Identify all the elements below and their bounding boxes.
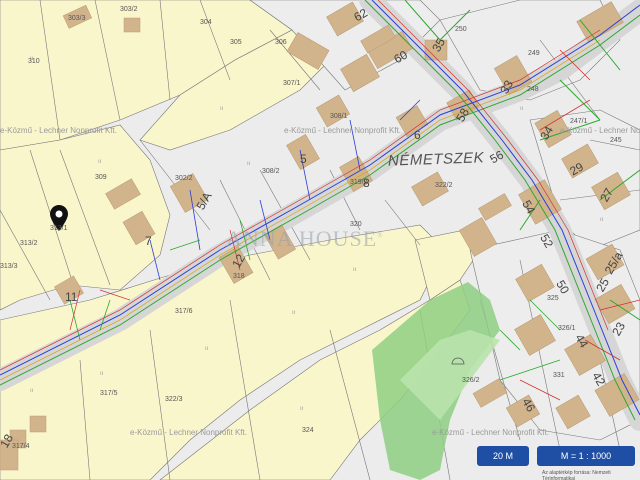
- svg-text:ıı: ıı: [205, 346, 209, 352]
- parcel-322-2: 322/2: [435, 182, 453, 189]
- parcel-317-5: 317/5: [100, 390, 118, 397]
- parcel-247-1: 247/1: [570, 118, 588, 125]
- watermark-text: e-Közmű - Lechner Nonprofit Kft.: [432, 428, 549, 437]
- house-number-5: 5: [300, 152, 307, 166]
- parcel-302-2: 302/2: [175, 175, 193, 182]
- svg-text:ıı: ıı: [300, 406, 304, 412]
- parcel-317-6: 317/6: [175, 308, 193, 315]
- parcel-308-2: 308/2: [262, 168, 280, 175]
- parcel-313-1: 313/1: [50, 225, 68, 232]
- map-scale-label: M = 1 : 1000: [560, 451, 612, 461]
- parcel-318: 318: [233, 273, 245, 280]
- parcel-250: 250: [455, 26, 467, 33]
- parcel-248: 248: [527, 86, 539, 93]
- scale-bar-label: 20 M: [492, 451, 513, 461]
- parcel-305: 305: [230, 39, 242, 46]
- watermark-text: e-Közmű - Lechner Nonprofit Kft.: [130, 428, 247, 437]
- parcel-326-1: 326/1: [558, 325, 576, 332]
- parcel-324: 324: [302, 427, 314, 434]
- svg-text:ıı: ıı: [100, 371, 104, 377]
- parcel-313-3: 313/3: [0, 263, 18, 270]
- svg-text:ıı: ıı: [30, 388, 34, 394]
- parcel-308-1: 308/1: [330, 113, 348, 120]
- brand-logo-watermark: ANNA HOUSE®: [226, 226, 384, 252]
- scale-bar-button[interactable]: 20 M: [477, 446, 529, 466]
- parcel-249: 249: [528, 50, 540, 57]
- parcel-313-2: 313/2: [20, 240, 38, 247]
- parcel-245: 245: [610, 137, 622, 144]
- svg-text:ıı: ıı: [600, 217, 604, 223]
- house-number-11: 11: [65, 290, 78, 304]
- svg-text:ıı: ıı: [353, 267, 357, 273]
- parcel-303-3: 303/3: [68, 15, 86, 22]
- parcel-322-3: 322/3: [165, 396, 183, 403]
- svg-text:ıı: ıı: [220, 106, 224, 112]
- map-scale-button[interactable]: M = 1 : 1000: [537, 446, 635, 466]
- parcel-303-2: 303/2: [120, 6, 138, 13]
- parcel-306: 306: [275, 39, 287, 46]
- svg-text:ıı: ıı: [292, 310, 296, 316]
- svg-text:ıı: ıı: [98, 159, 102, 165]
- watermark-text: e-Közmű - Lechner Nonprofit Kft.: [284, 126, 401, 135]
- parcel-331: 331: [553, 372, 565, 379]
- house-number-8: 8: [363, 176, 370, 190]
- svg-text:ıı: ıı: [247, 161, 251, 167]
- parcel-309: 309: [95, 174, 107, 181]
- watermark-text: e-Közmű - Lechner Nonprofit Kft.: [0, 126, 117, 135]
- parcel-310: 310: [28, 58, 40, 65]
- brand-logo-text: ANNA HOUSE: [226, 226, 378, 251]
- house-number-6: 6: [414, 128, 421, 142]
- cadastral-map[interactable]: ıı ıı ıı ıı ıı ıı ıı ıı ıı ıı ıı ıı 303/…: [0, 0, 640, 480]
- svg-text:ıı: ıı: [520, 106, 524, 112]
- street-name-label: NÉMETSZEK: [387, 149, 485, 170]
- house-number-7: 7: [145, 234, 152, 248]
- parcel-325: 325: [547, 295, 559, 302]
- brand-logo-mark: ®: [377, 231, 384, 240]
- parcel-326-2: 326/2: [462, 377, 480, 384]
- parcel-317-4: 317/4: [12, 443, 30, 450]
- parcel-307-1: 307/1: [283, 80, 301, 87]
- attribution-text: Az alaptérkép forrása: Nemzeti Térinform…: [542, 470, 611, 480]
- parcel-304: 304: [200, 19, 212, 26]
- watermark-text: e-Közmű - Lechner Nonprofit Kft.: [560, 126, 640, 135]
